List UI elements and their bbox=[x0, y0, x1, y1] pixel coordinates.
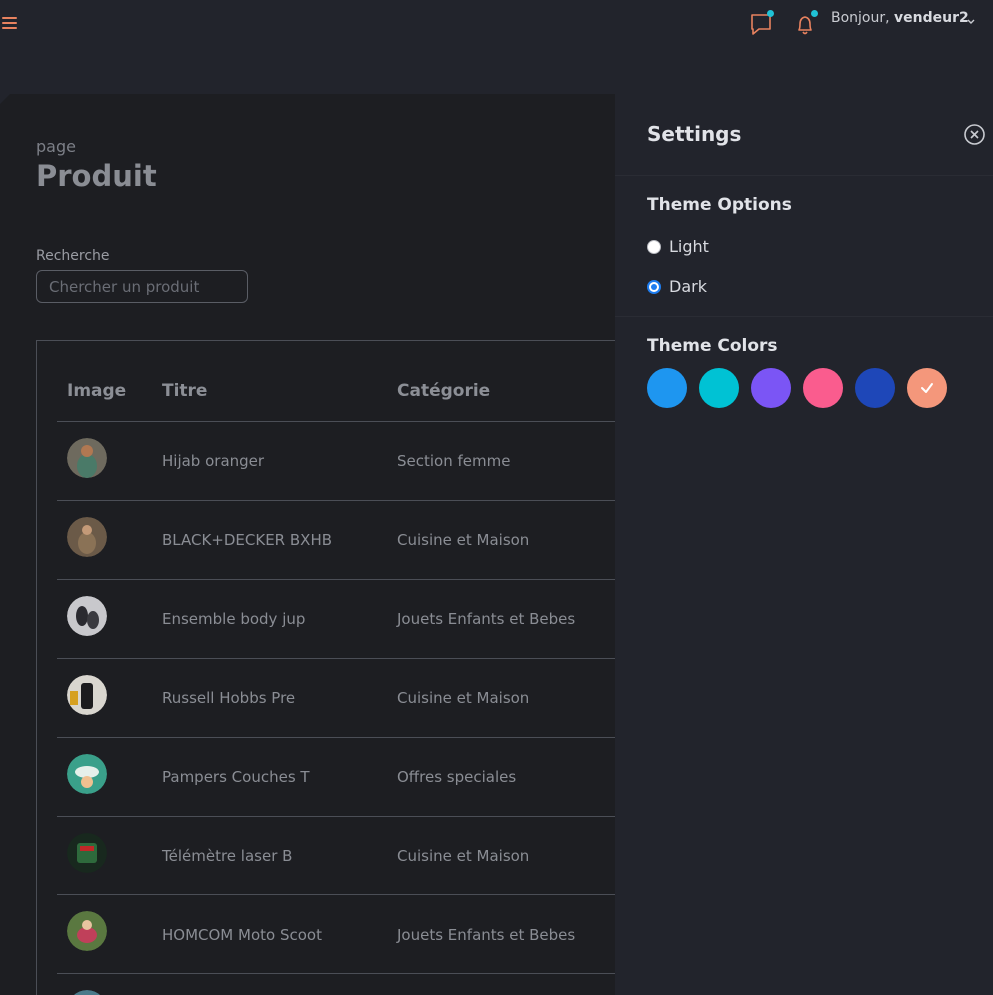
settings-divider bbox=[615, 175, 993, 176]
row-divider bbox=[57, 894, 657, 895]
menu-icon[interactable] bbox=[2, 14, 20, 32]
check-icon bbox=[919, 380, 935, 396]
product-thumbnail[interactable] bbox=[67, 754, 107, 794]
chat-icon[interactable] bbox=[748, 10, 776, 38]
chevron-down-icon[interactable] bbox=[966, 12, 976, 24]
row-divider bbox=[57, 816, 657, 817]
search-label: Recherche bbox=[36, 248, 110, 264]
main-corner-decoration bbox=[0, 94, 10, 104]
color-swatch-peach-selected[interactable] bbox=[907, 368, 947, 408]
color-swatch-cyan[interactable] bbox=[699, 368, 739, 408]
theme-colors-title: Theme Colors bbox=[647, 336, 778, 356]
theme-option-label: Dark bbox=[669, 277, 707, 296]
column-header-titre[interactable]: Titre bbox=[162, 381, 207, 401]
row-divider bbox=[57, 658, 657, 659]
product-title: Télémètre laser B bbox=[162, 847, 293, 865]
product-category: Cuisine et Maison bbox=[397, 847, 530, 865]
settings-title: Settings bbox=[647, 122, 742, 146]
product-title: HOMCOM Moto Scoot bbox=[162, 926, 322, 944]
bell-icon[interactable] bbox=[792, 10, 820, 38]
color-swatch-pink[interactable] bbox=[803, 368, 843, 408]
column-header-categorie[interactable]: Catégorie bbox=[397, 381, 490, 401]
row-divider bbox=[57, 579, 657, 580]
settings-divider bbox=[615, 316, 993, 317]
page-subtitle: page bbox=[36, 137, 76, 156]
product-thumbnail[interactable] bbox=[67, 833, 107, 873]
chat-notification-dot bbox=[767, 10, 774, 17]
product-category: Offres speciales bbox=[397, 768, 517, 786]
greeting-prefix: Bonjour, bbox=[831, 10, 890, 26]
radio-dark[interactable] bbox=[647, 280, 661, 294]
product-thumbnail[interactable] bbox=[67, 911, 107, 951]
product-title: Hijab oranger bbox=[162, 452, 265, 470]
row-divider bbox=[57, 973, 657, 974]
radio-light[interactable] bbox=[647, 240, 661, 254]
settings-panel bbox=[615, 94, 993, 995]
product-thumbnail[interactable] bbox=[67, 596, 107, 636]
row-divider bbox=[57, 500, 657, 501]
product-category: Jouets Enfants et Bebes bbox=[397, 926, 576, 944]
product-category: Cuisine et Maison bbox=[397, 689, 530, 707]
bell-notification-dot bbox=[811, 10, 818, 17]
row-divider bbox=[57, 737, 657, 738]
user-greeting[interactable]: Bonjour, vendeur2 bbox=[831, 10, 969, 26]
row-divider bbox=[57, 421, 657, 422]
products-table bbox=[36, 340, 676, 995]
product-category: Section femme bbox=[397, 452, 511, 470]
product-category: Jouets Enfants et Bebes bbox=[397, 610, 576, 628]
page-title: Produit bbox=[36, 159, 157, 193]
product-title: Pampers Couches T bbox=[162, 768, 310, 786]
color-swatch-dark-blue[interactable] bbox=[855, 368, 895, 408]
product-thumbnail[interactable] bbox=[67, 517, 107, 557]
product-thumbnail[interactable] bbox=[67, 438, 107, 478]
theme-option-label: Light bbox=[669, 237, 709, 256]
color-swatch-blue[interactable] bbox=[647, 368, 687, 408]
username: vendeur2 bbox=[894, 10, 969, 26]
color-swatch-purple[interactable] bbox=[751, 368, 791, 408]
column-header-image[interactable]: Image bbox=[67, 381, 126, 401]
theme-options-title: Theme Options bbox=[647, 195, 792, 215]
close-icon[interactable] bbox=[963, 123, 986, 146]
product-title: BLACK+DECKER BXHB bbox=[162, 531, 333, 549]
product-title: Ensemble body jup bbox=[162, 610, 306, 628]
product-title: Russell Hobbs Pre bbox=[162, 689, 296, 707]
product-category: Cuisine et Maison bbox=[397, 531, 530, 549]
search-input[interactable] bbox=[36, 270, 248, 303]
product-thumbnail[interactable] bbox=[67, 675, 107, 715]
